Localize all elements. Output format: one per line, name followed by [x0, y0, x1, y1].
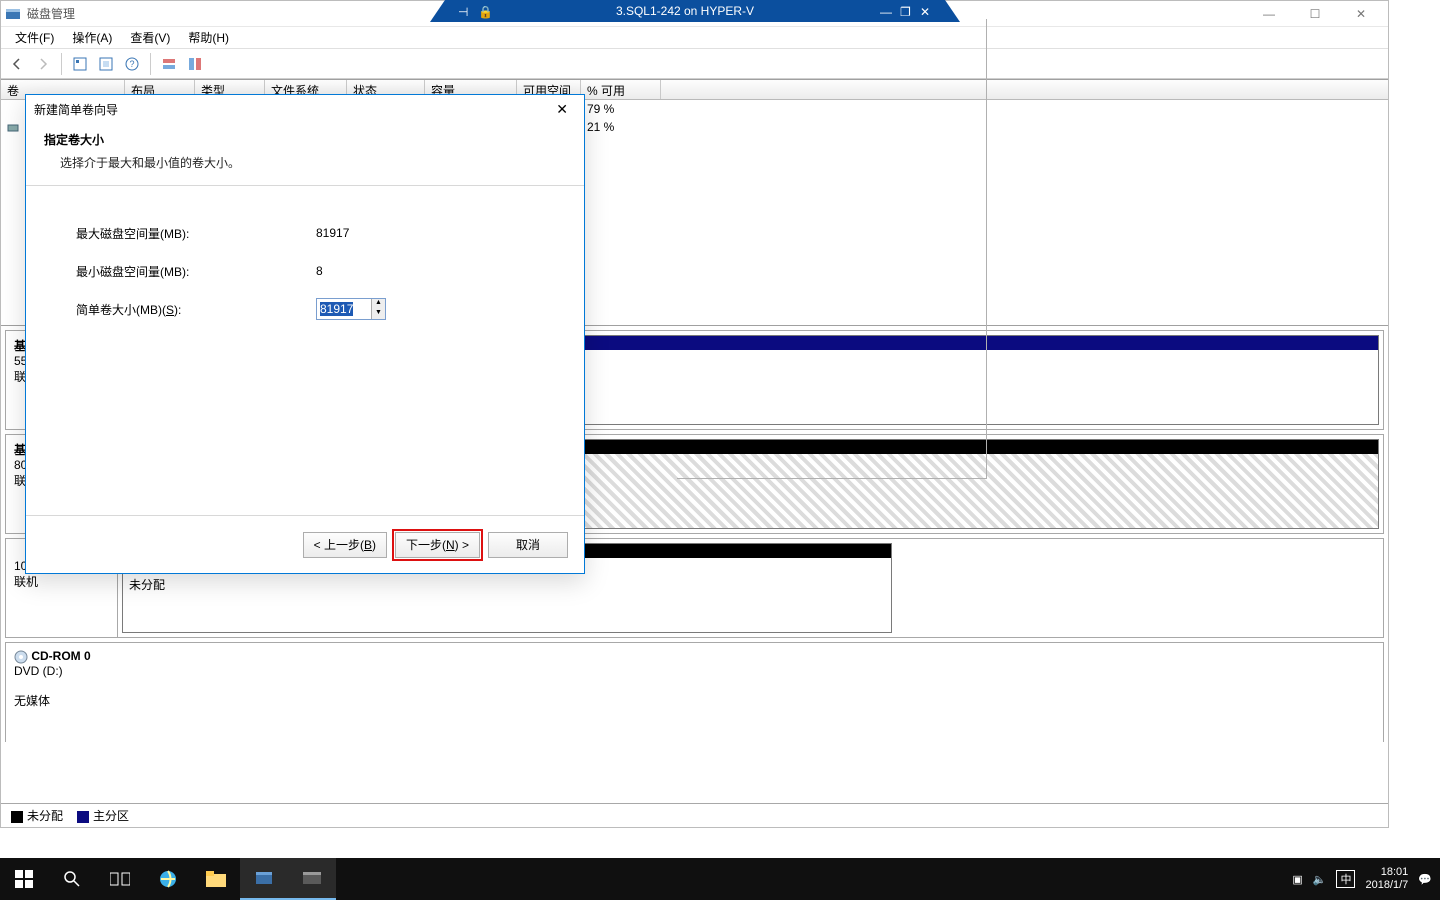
cdrom-status: 无媒体	[14, 694, 50, 708]
spin-down-button[interactable]: ▼	[371, 309, 385, 319]
cell-pct: 21 %	[581, 119, 661, 135]
svg-text:?: ?	[129, 59, 134, 69]
max-disk-space-label: 最大磁盘空间量(MB):	[76, 225, 316, 242]
cancel-button[interactable]: 取消	[488, 532, 568, 558]
partition-status: 未分配	[129, 578, 165, 592]
hyperv-title: 3.SQL1-242 on HYPER-V	[490, 4, 880, 18]
tray-notifications-icon[interactable]: 💬	[1418, 873, 1432, 886]
min-disk-space-value: 8	[316, 264, 323, 278]
volume-size-label: 简单卷大小(MB)(S):	[76, 301, 316, 318]
taskbar-ie[interactable]	[144, 858, 192, 900]
new-simple-volume-wizard: 新建简单卷向导 ✕ 指定卷大小 选择介于最大和最小值的卷大小。 最大磁盘空间量(…	[25, 94, 585, 574]
tray-clock[interactable]: 18:01 2018/1/7	[1365, 866, 1408, 892]
menu-view[interactable]: 查看(V)	[122, 27, 178, 48]
wizard-title-text: 新建简单卷向导	[34, 101, 118, 118]
cdrom-name: CD-ROM 0	[31, 649, 90, 663]
cdrom-info[interactable]: CD-ROM 0 DVD (D:) 无媒体	[6, 643, 1383, 742]
volume-size-spinner[interactable]: ▲ ▼	[316, 298, 386, 320]
app-icon	[5, 6, 21, 22]
max-disk-space-value: 81917	[316, 226, 349, 240]
next-button[interactable]: 下一步(N) >	[395, 532, 480, 558]
wizard-close-button[interactable]: ✕	[548, 99, 576, 120]
hv-minimize-button[interactable]: —	[880, 5, 892, 17]
forward-button[interactable]	[31, 52, 55, 76]
toolbar-btn-4[interactable]	[157, 52, 181, 76]
menu-action[interactable]: 操作(A)	[64, 27, 120, 48]
toolbar: ?	[1, 49, 1388, 79]
close-button[interactable]: ✕	[1338, 1, 1384, 27]
toolbar-btn-1[interactable]	[68, 52, 92, 76]
refresh-button[interactable]	[94, 52, 118, 76]
disk-status: 联机	[14, 573, 109, 590]
pin-icon[interactable]: ⊣	[458, 5, 470, 17]
legend-primary: 主分区	[93, 809, 129, 823]
lock-icon[interactable]: 🔒	[478, 5, 490, 17]
toolbar-btn-5[interactable]	[183, 52, 207, 76]
tray-volume-icon[interactable]: 🔈	[1313, 873, 1327, 886]
legend-swatch-primary	[77, 811, 89, 823]
col-pct[interactable]: % 可用	[581, 80, 661, 99]
taskbar: ▣ 🔈 中 18:01 2018/1/7 💬	[0, 858, 1440, 900]
window-title: 磁盘管理	[27, 5, 75, 22]
wizard-footer: < 上一步(B) 下一步(N) > 取消	[26, 515, 584, 573]
tray-ime[interactable]: 中	[1336, 870, 1355, 888]
tray-time: 18:01	[1365, 866, 1408, 879]
search-button[interactable]	[48, 858, 96, 900]
legend-unallocated: 未分配	[27, 809, 63, 823]
wizard-titlebar[interactable]: 新建简单卷向导 ✕	[26, 95, 584, 123]
spin-up-button[interactable]: ▲	[371, 299, 385, 309]
cell-pct: 79 %	[581, 101, 661, 117]
taskbar-disk-mgmt[interactable]	[288, 858, 336, 900]
hv-restore-button[interactable]: ❐	[900, 5, 912, 17]
menu-file[interactable]: 文件(F)	[7, 27, 62, 48]
hv-close-button[interactable]: ✕	[920, 5, 932, 17]
start-button[interactable]	[0, 858, 48, 900]
minimize-button[interactable]: —	[1246, 1, 1292, 27]
menu-help[interactable]: 帮助(H)	[180, 27, 237, 48]
min-disk-space-label: 最小磁盘空间量(MB):	[76, 263, 316, 280]
cdrom-0: CD-ROM 0 DVD (D:) 无媒体	[5, 642, 1384, 742]
maximize-button[interactable]: ☐	[1292, 1, 1338, 27]
legend-swatch-unalloc	[11, 811, 23, 823]
tray-date: 2018/1/7	[1365, 879, 1408, 892]
wizard-body: 最大磁盘空间量(MB): 81917 最小磁盘空间量(MB): 8 简单卷大小(…	[26, 186, 584, 328]
volume-size-input[interactable]	[317, 299, 371, 319]
back-button[interactable]	[5, 52, 29, 76]
menubar: 文件(F) 操作(A) 查看(V) 帮助(H)	[1, 27, 1388, 49]
task-view-button[interactable]	[96, 858, 144, 900]
wizard-header: 指定卷大小 选择介于最大和最小值的卷大小。	[26, 123, 584, 185]
wizard-heading: 指定卷大小	[44, 131, 566, 148]
hyperv-connection-bar[interactable]: ⊣ 🔒 3.SQL1-242 on HYPER-V — ❐ ✕	[430, 0, 960, 22]
cdrom-drive: DVD (D:)	[14, 664, 63, 678]
wizard-subheading: 选择介于最大和最小值的卷大小。	[60, 154, 566, 171]
legend: 未分配 主分区	[1, 803, 1388, 827]
taskbar-explorer[interactable]	[192, 858, 240, 900]
tray-network-icon[interactable]: ▣	[1292, 873, 1302, 886]
taskbar-server-manager[interactable]	[240, 858, 288, 900]
back-button[interactable]: < 上一步(B)	[303, 532, 387, 558]
help-button[interactable]: ?	[120, 52, 144, 76]
system-tray: ▣ 🔈 中 18:01 2018/1/7 💬	[1292, 866, 1440, 892]
